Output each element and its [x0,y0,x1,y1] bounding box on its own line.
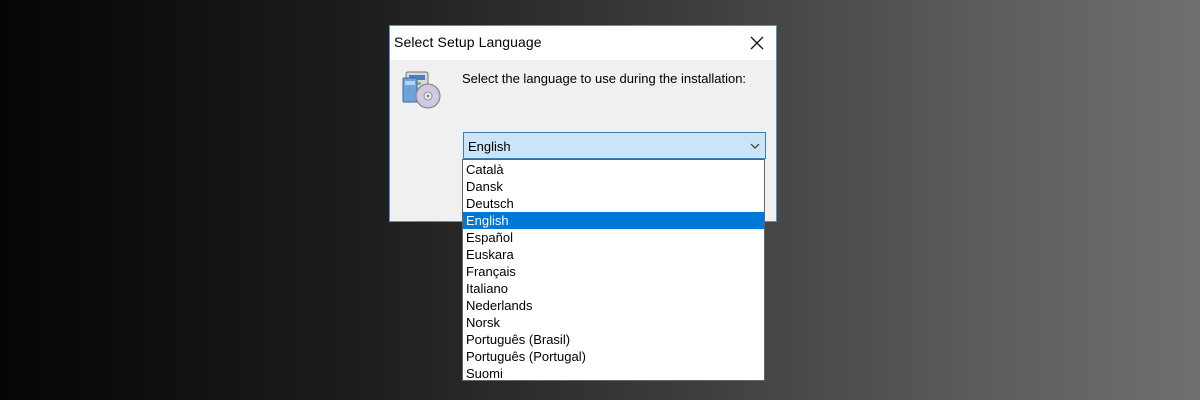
language-option-euskara[interactable]: Euskara [463,246,764,263]
language-option-portugues-brasil[interactable]: Português (Brasil) [463,331,764,348]
install-language-prompt: Select the language to use during the in… [462,71,747,86]
language-option-nederlands[interactable]: Nederlands [463,297,764,314]
close-button[interactable] [746,32,768,54]
language-option-espanol[interactable]: Español [463,229,764,246]
language-option-norsk[interactable]: Norsk [463,314,764,331]
language-option-deutsch[interactable]: Deutsch [463,195,764,212]
language-dropdown-list[interactable]: Català Dansk Deutsch English Español Eus… [462,159,765,381]
language-select-value: English [468,139,511,154]
language-option-english[interactable]: English [463,212,764,229]
language-option-francais[interactable]: Français [463,263,764,280]
language-option-italiano[interactable]: Italiano [463,280,764,297]
setup-cd-icon [402,71,441,109]
dialog-title: Select Setup Language [394,34,542,50]
language-select[interactable]: English [463,132,766,159]
language-option-suomi[interactable]: Suomi [463,365,764,382]
language-option-dansk[interactable]: Dansk [463,178,764,195]
language-option-catala[interactable]: Català [463,161,764,178]
language-option-portugues-portugal[interactable]: Português (Portugal) [463,348,764,365]
chevron-down-icon [750,143,760,149]
title-bar: Select Setup Language [390,26,776,60]
close-icon [750,36,764,50]
